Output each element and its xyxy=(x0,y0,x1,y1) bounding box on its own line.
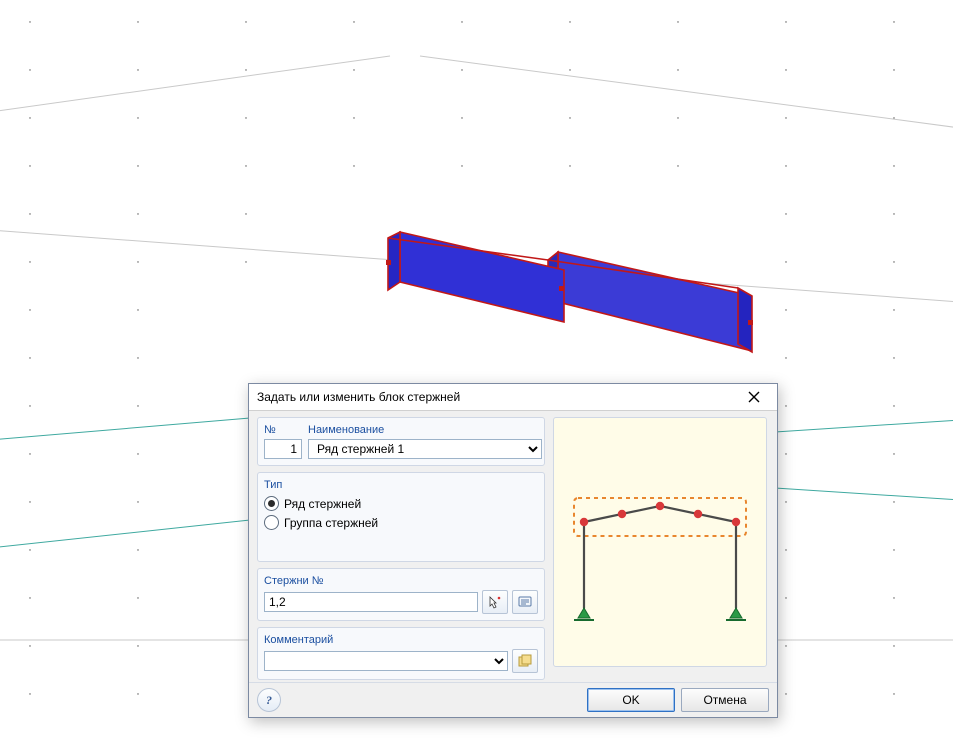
select-members-button[interactable] xyxy=(512,590,538,614)
dialog-footer: ? OK Отмена xyxy=(249,682,777,717)
radio-icon xyxy=(264,515,279,530)
radio-row-members[interactable]: Ряд стержней xyxy=(264,494,538,513)
dialog-titlebar[interactable]: Задать или изменить блок стержней xyxy=(249,384,777,411)
dialog-title: Задать или изменить блок стержней xyxy=(257,390,735,404)
preview-illustration xyxy=(553,417,767,667)
set-of-members-dialog: Задать или изменить блок стержней № Наим… xyxy=(248,383,778,718)
cancel-button[interactable]: Отмена xyxy=(681,688,769,712)
panel-comment: Комментарий xyxy=(257,627,545,680)
radio-label-row: Ряд стержней xyxy=(284,497,361,511)
close-button[interactable] xyxy=(735,386,773,408)
name-combo[interactable]: Ряд стержней 1 xyxy=(308,439,542,459)
pick-members-button[interactable] xyxy=(482,590,508,614)
ok-button[interactable]: OK xyxy=(587,688,675,712)
label-comment: Комментарий xyxy=(264,632,538,649)
panel-type: Тип Ряд стержней Группа стержней xyxy=(257,472,545,562)
radio-group-members[interactable]: Группа стержней xyxy=(264,513,538,532)
model-3d xyxy=(386,232,753,352)
panel-id-name: № Наименование Ряд стержней 1 xyxy=(257,417,545,466)
radio-icon xyxy=(264,496,279,511)
members-input[interactable] xyxy=(264,592,478,612)
comment-combo[interactable] xyxy=(264,651,508,671)
help-button[interactable]: ? xyxy=(257,688,281,712)
label-type: Тип xyxy=(264,477,538,494)
label-members: Стержни № xyxy=(264,573,538,590)
number-input[interactable] xyxy=(264,439,302,459)
comment-library-button[interactable] xyxy=(512,649,538,673)
panel-members: Стержни № xyxy=(257,568,545,621)
label-number: № xyxy=(264,422,302,439)
label-name: Наименование xyxy=(308,422,542,439)
radio-label-group: Группа стержней xyxy=(284,516,378,530)
